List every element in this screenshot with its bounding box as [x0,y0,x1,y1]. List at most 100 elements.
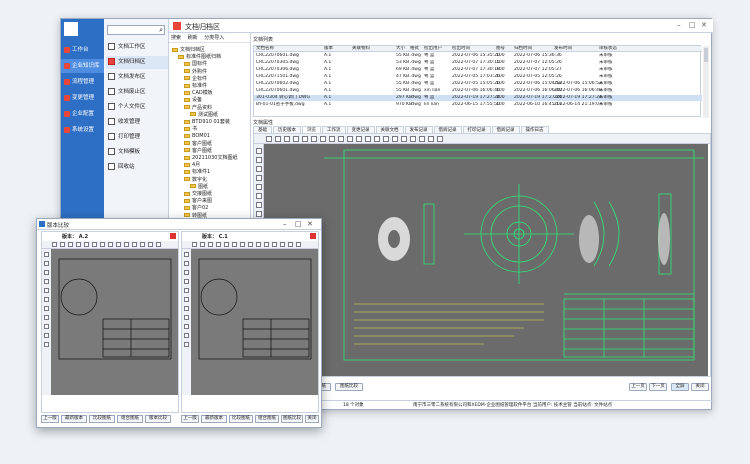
pane-side-icon[interactable] [184,342,189,347]
compare-maximize-button[interactable]: □ [295,220,302,228]
right-drawing-canvas[interactable] [191,249,318,395]
tree-node[interactable]: 文档归档区 [172,47,205,54]
pane-side-icon[interactable] [44,342,49,347]
pane-side-icon[interactable] [44,324,49,329]
pane-tool-icon[interactable] [108,242,113,247]
tree-node[interactable]: 设备 [184,97,202,104]
table-row[interactable]: CRC22070601.dwg A.1 55 KB .dwg xin lian 2022-… [254,88,702,94]
right-compare-drawing-button[interactable]: 比较图纸 [229,415,253,423]
column-header[interactable]: 关联物料 [352,46,370,52]
pane-tool-icon[interactable] [224,242,229,247]
pane-tool-icon[interactable] [200,242,205,247]
sidebar-item-publish[interactable]: 文档发布区 [106,71,168,84]
fullscreen-button[interactable]: 全屏 [671,383,689,391]
pane-tool-icon[interactable] [248,242,253,247]
pane-side-icon[interactable] [184,279,189,284]
viewer-tool-icon[interactable] [410,136,416,142]
pane-side-icon[interactable] [184,315,189,320]
pane-tool-icon[interactable] [280,242,285,247]
pane-side-icon[interactable] [184,261,189,266]
table-row[interactable]: CRC22070602.dwg A.1 55 KB .dwg 粤 蓝 2022-07-05… [254,81,702,87]
pane-side-icon[interactable] [44,279,49,284]
pane-tool-icon[interactable] [256,242,261,247]
sidebar-item-workspace[interactable]: 文档工作区 [106,41,168,54]
viewer-tool-icon[interactable] [320,136,326,142]
viewer-side-icon[interactable] [256,193,262,199]
pane-tool-icon[interactable] [232,242,237,247]
pane-tool-icon[interactable] [100,242,105,247]
tree-node[interactable]: 外购件 [184,69,207,76]
left-pane-close-icon[interactable] [170,233,176,239]
tree-node[interactable]: 国标件 [184,61,207,68]
viewer-side-icon[interactable] [256,211,262,217]
tree-node[interactable]: 标准件1 [184,169,210,176]
pane-side-icon[interactable] [44,315,49,320]
column-header[interactable]: 检出时间 [452,46,470,52]
left-version-compare-button[interactable]: 版本比较 [145,415,171,423]
pane-tool-icon[interactable] [156,242,161,247]
left-compare-drawing-button[interactable]: 比较图纸 [89,415,115,423]
minimize-button[interactable]: – [677,21,681,29]
table-row[interactable]: CRC22070601.dwg A.1 55 KB .dwg 粤 蓝 2022-07-06… [254,53,702,59]
column-header[interactable]: 检出用户 [424,46,442,52]
viewer-side-icon[interactable] [256,148,262,154]
pane-side-icon[interactable] [184,324,189,329]
nav-item-change[interactable]: 变更管理 [61,91,104,105]
viewer-side-icon[interactable] [256,166,262,172]
drawing-canvas[interactable] [264,144,708,376]
pane-side-icon[interactable] [44,288,49,293]
right-combine-drawing-button[interactable]: 组合图纸 [255,415,279,423]
pane-tool-icon[interactable] [68,242,73,247]
column-header[interactable]: 格式 [410,46,419,52]
pane-tool-icon[interactable] [92,242,97,247]
pane-side-icon[interactable] [44,261,49,266]
drawing-compare-button[interactable]: 图纸比较 [335,383,363,391]
tree-node[interactable]: 客户图纸 [184,148,212,155]
left-combine-drawing-button[interactable]: 组合图纸 [117,415,143,423]
tree-import-button[interactable]: 分类导入 [204,35,224,41]
viewer-side-icon[interactable] [256,184,262,190]
sidebar-item-template[interactable]: 文档模板 [106,146,168,159]
tree-node[interactable]: 企标件 [184,76,207,83]
sidebar-item-obsolete[interactable]: 文档废止区 [106,86,168,99]
maximize-button[interactable]: □ [689,21,696,29]
pane-tool-icon[interactable] [76,242,81,247]
pane-tool-icon[interactable] [192,242,197,247]
left-prev-version-button[interactable]: 上一版 [41,415,59,423]
nav-item-config[interactable]: 企业配置 [61,107,104,121]
viewer-tool-icon[interactable] [365,136,371,142]
compare-close-text-button[interactable]: 关闭 [305,415,319,423]
viewer-tool-icon[interactable] [392,136,398,142]
pane-tool-icon[interactable] [84,242,89,247]
viewer-tool-icon[interactable] [374,136,380,142]
sidebar-item-personal[interactable]: 个人文件区 [106,101,168,114]
right-prev-version-button[interactable]: 上一版 [181,415,199,423]
viewer-tool-icon[interactable] [302,136,308,142]
tree-node[interactable]: 20211030文档图纸 [184,155,237,162]
nav-item-knowledge[interactable]: 企业知识库 [61,59,104,73]
viewer-tool-icon[interactable] [311,136,317,142]
viewer-tool-icon[interactable] [347,136,353,142]
column-header[interactable]: 发布时间 [554,46,572,52]
pane-side-icon[interactable] [184,333,189,338]
table-row[interactable]: 301-0304 转心调门 DWG A.1 297 KB .dwg 粤 蓝 2022-07… [254,95,702,101]
column-header[interactable]: 归档时间 [514,46,532,52]
left-latest-version-button[interactable]: 最新版本 [61,415,87,423]
pane-side-icon[interactable] [44,270,49,275]
column-header[interactable]: 审核状态 [599,46,617,52]
pane-tool-icon[interactable] [116,242,121,247]
nav-item-workbench[interactable]: 工作台 [61,43,104,57]
pane-tool-icon[interactable] [52,242,57,247]
tree-node[interactable]: 客户02 [184,205,208,212]
viewer-tool-icon[interactable] [356,136,362,142]
pane-tool-icon[interactable] [132,242,137,247]
compare-close-button[interactable]: ✕ [307,220,313,228]
pane-tool-icon[interactable] [140,242,145,247]
tree-node[interactable]: 产品资料 [184,105,212,112]
tree-node[interactable]: 数字化 [184,177,207,184]
nav-item-flow[interactable]: 流程管理 [61,75,104,89]
viewer-side-icon[interactable] [256,202,262,208]
right-drawing-compare-button[interactable]: 图纸比较 [281,415,303,423]
pane-side-icon[interactable] [44,306,49,311]
tree-node[interactable]: 标准件 [184,83,207,90]
